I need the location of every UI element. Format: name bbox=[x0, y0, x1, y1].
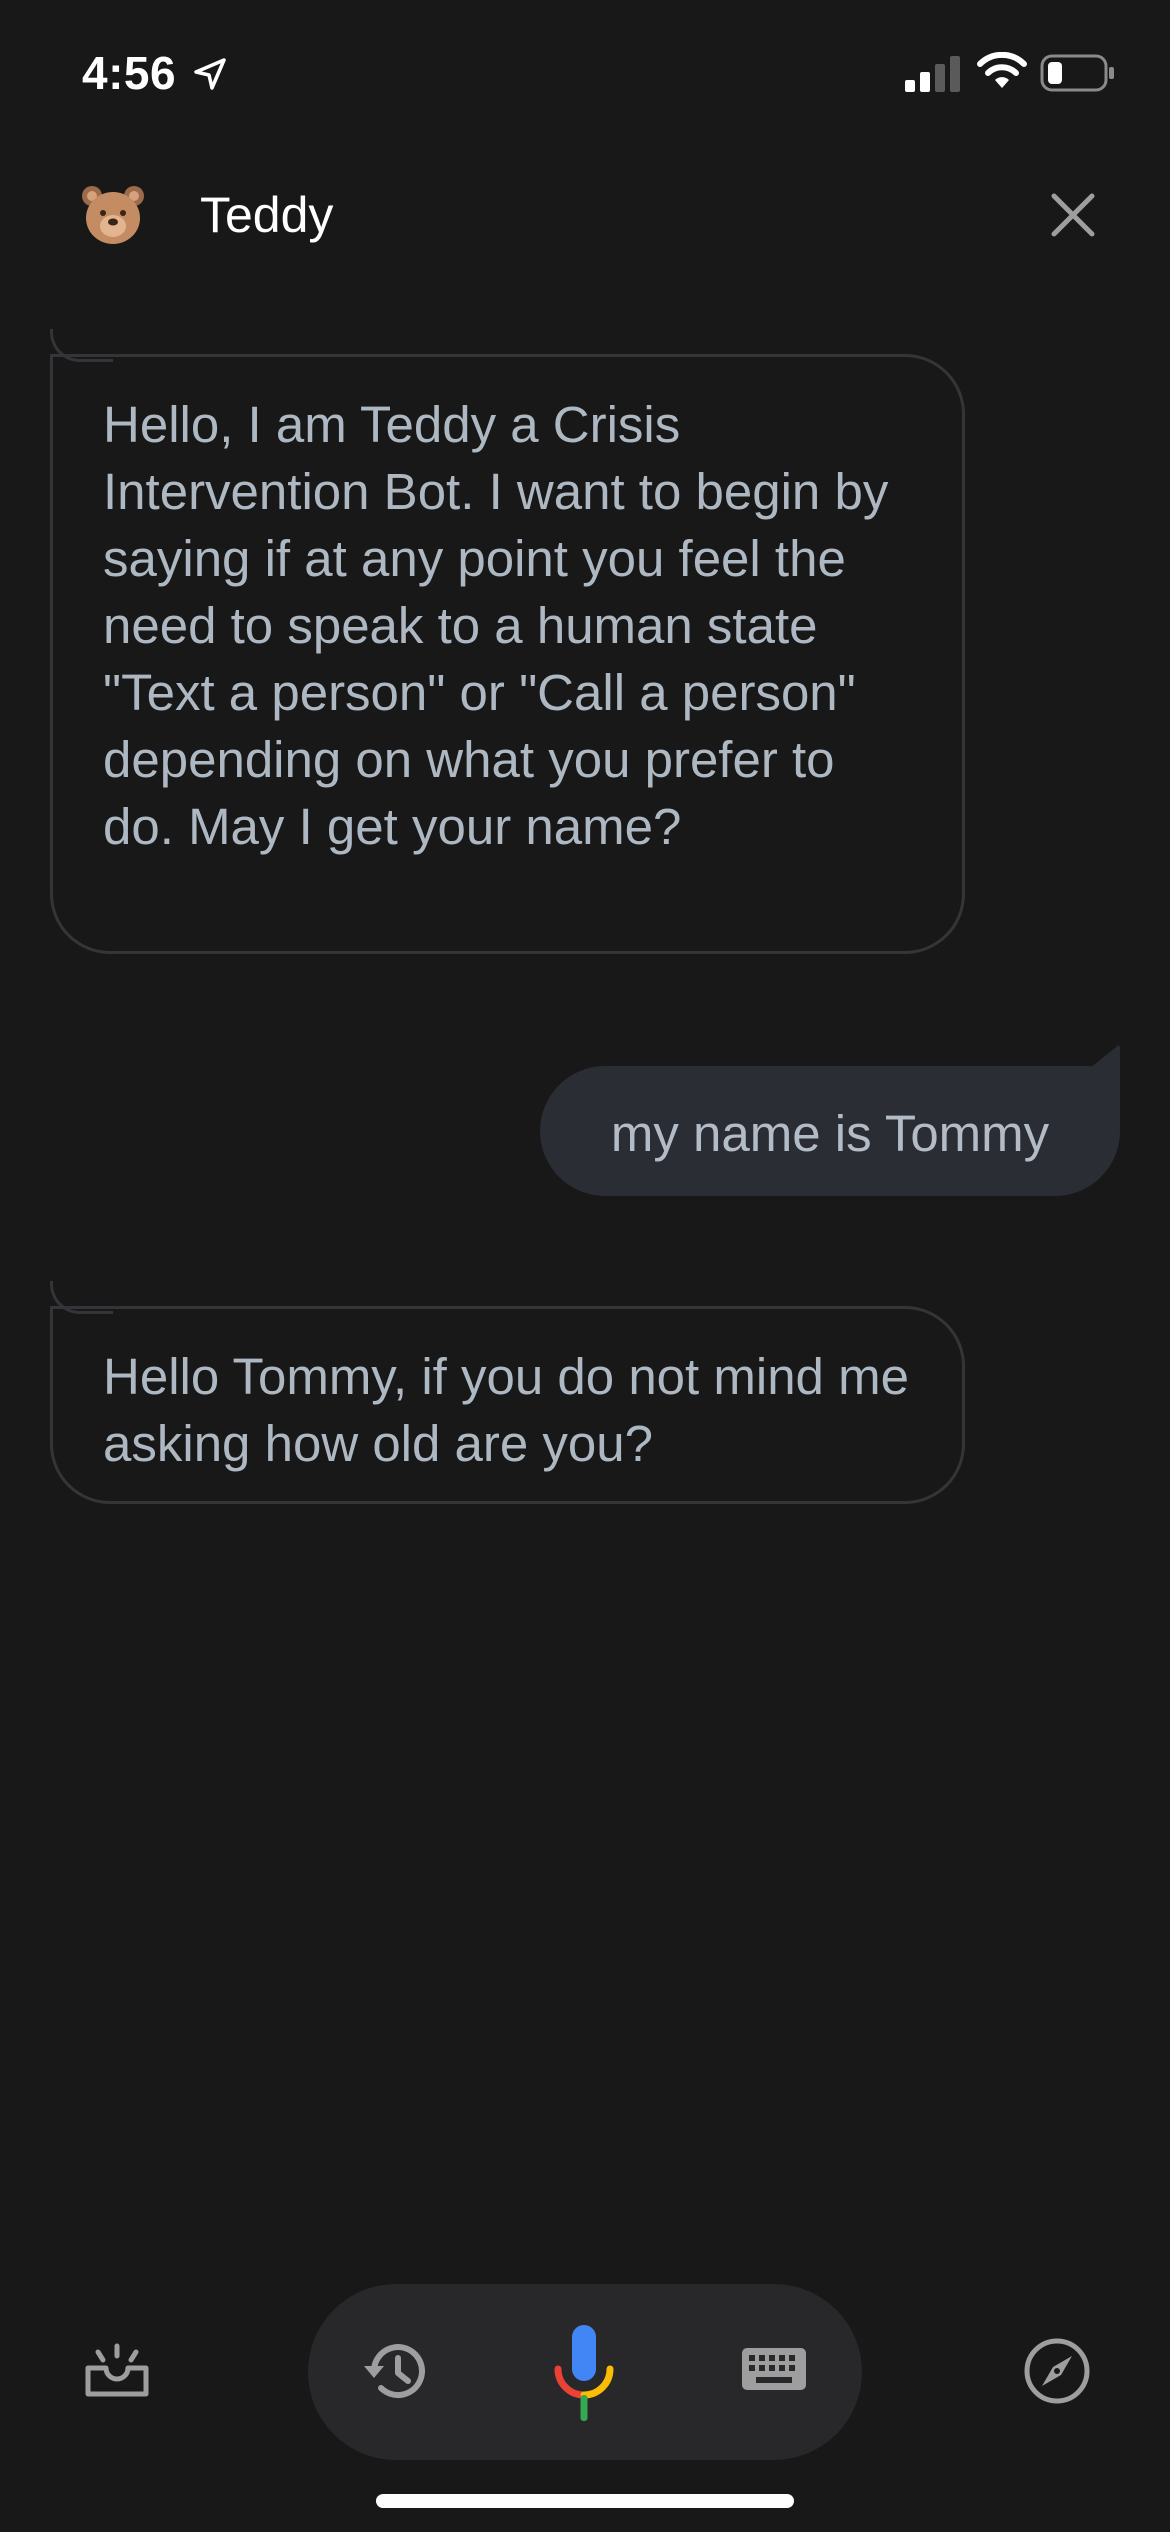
wifi-icon bbox=[977, 52, 1027, 88]
microphone-icon[interactable] bbox=[552, 2325, 616, 2425]
close-icon[interactable] bbox=[1048, 190, 1098, 240]
bot-message-bubble: Hello, I am Teddy a Crisis Intervention … bbox=[50, 354, 965, 954]
assistant-screen: 4:56 Teddy Hello, I am Teddy a Crisis In… bbox=[0, 0, 1170, 2532]
cellular-signal-icon bbox=[905, 56, 960, 92]
bot-message-bubble: Hello Tommy, if you do not mind me askin… bbox=[50, 1306, 965, 1504]
status-time: 4:56 bbox=[82, 47, 177, 99]
location-arrow-icon bbox=[194, 58, 226, 90]
inbox-updates-icon[interactable] bbox=[84, 2342, 150, 2398]
compass-icon[interactable] bbox=[1022, 2336, 1092, 2406]
home-indicator[interactable] bbox=[376, 2494, 794, 2508]
user-message-bubble: my name is Tommy bbox=[540, 1066, 1120, 1196]
bot-name-title: Teddy bbox=[200, 187, 334, 243]
keyboard-icon[interactable] bbox=[740, 2346, 808, 2392]
history-icon[interactable] bbox=[360, 2336, 430, 2406]
teddy-bear-icon bbox=[82, 186, 144, 244]
battery-icon bbox=[1040, 54, 1114, 92]
